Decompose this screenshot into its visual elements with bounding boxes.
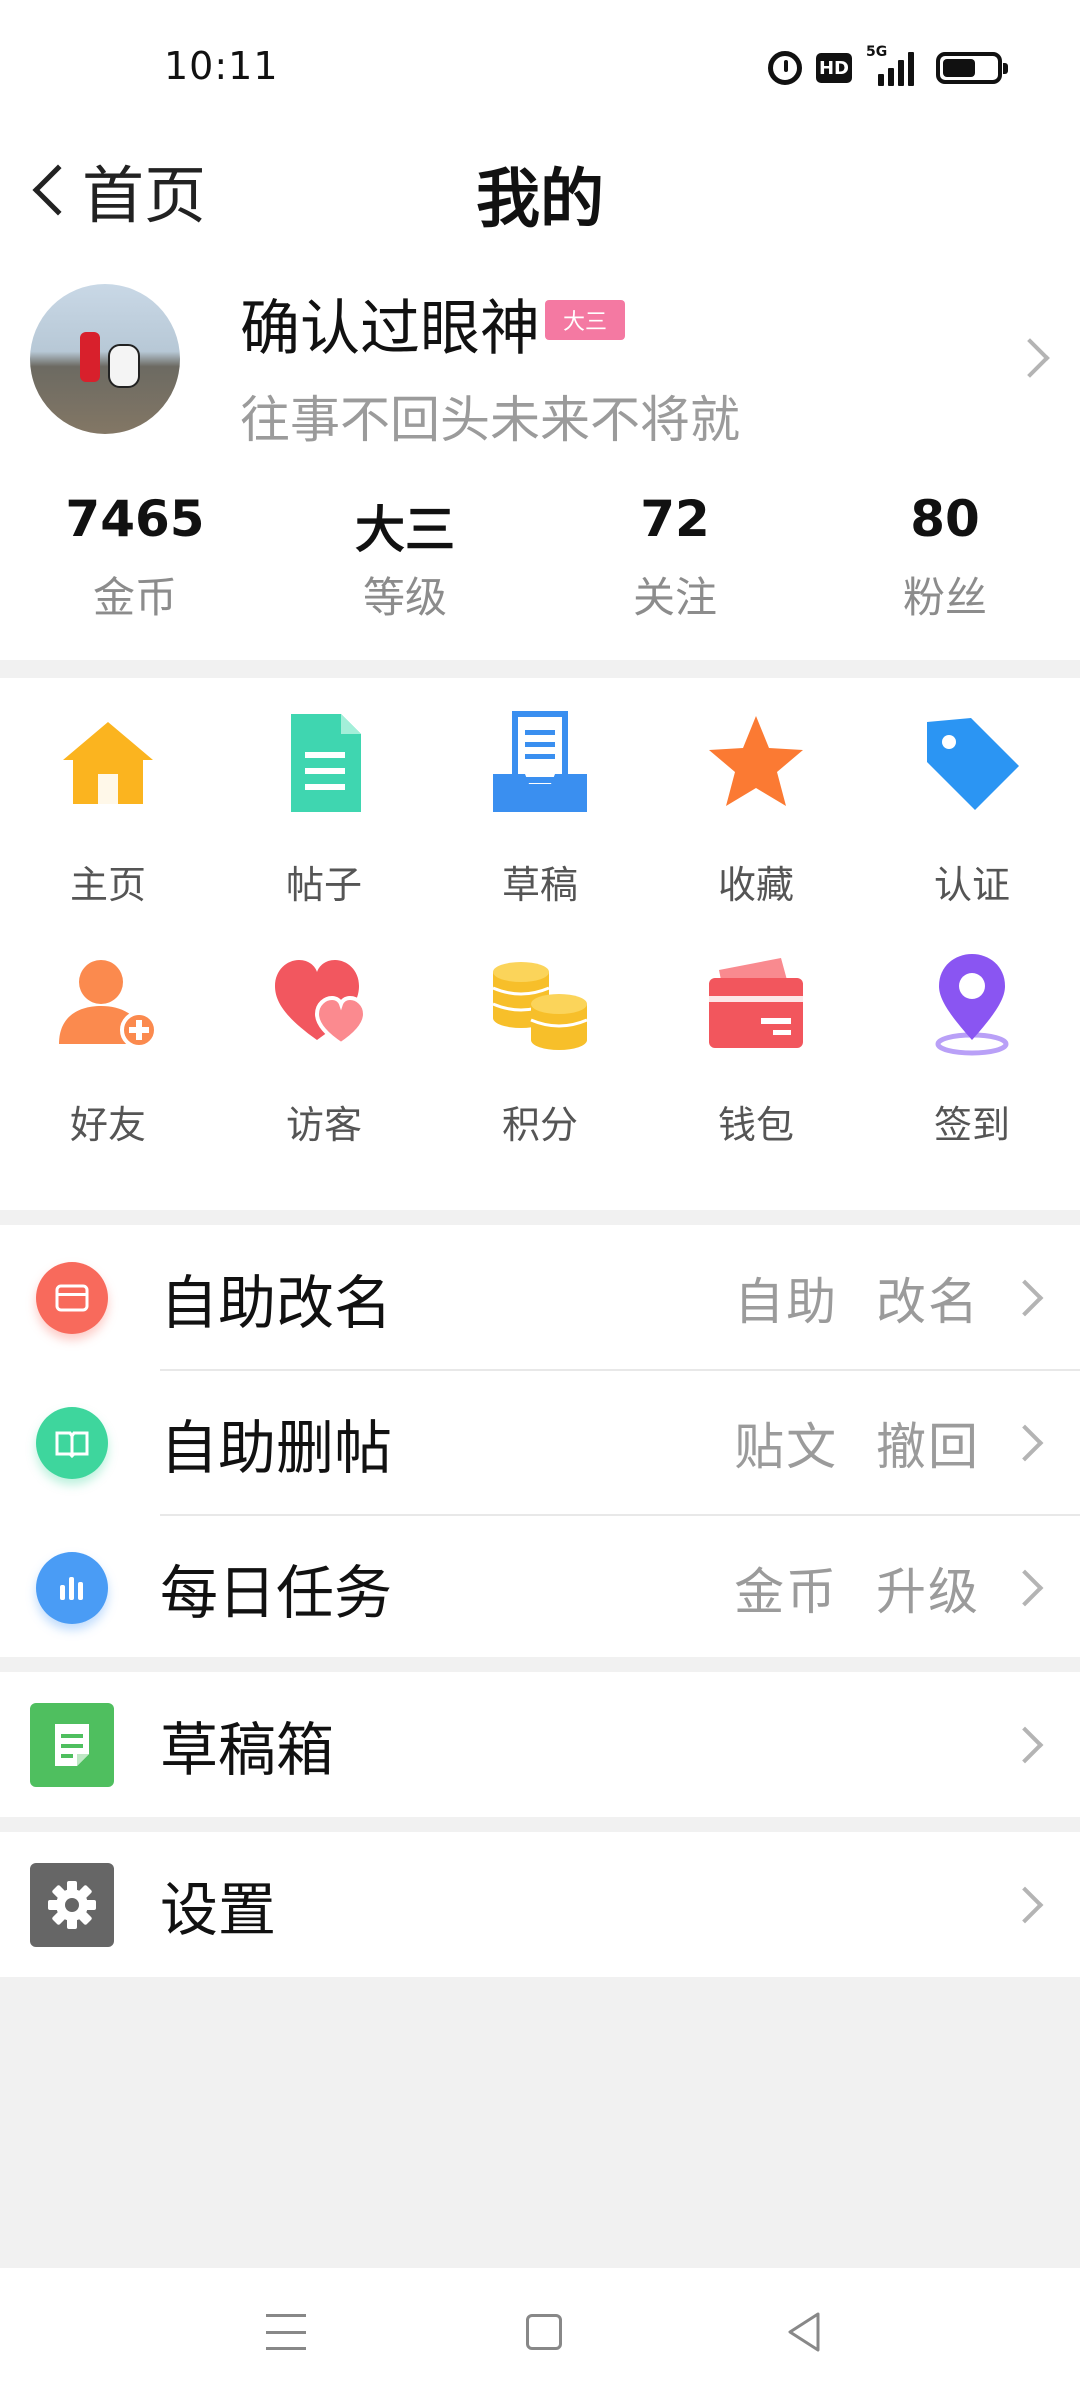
grid-item-favorites[interactable]: 收藏	[648, 708, 864, 948]
stat-following[interactable]: 72 关注	[540, 490, 810, 625]
grid-item-verify[interactable]: 认证	[864, 708, 1080, 948]
hearts-icon	[275, 960, 368, 1047]
stat-followers[interactable]: 80 粉丝	[810, 490, 1080, 625]
grid-item-label: 草稿	[501, 863, 578, 907]
add-friend-icon	[59, 960, 158, 1049]
stat-value: 80	[910, 490, 980, 548]
grid-item-label: 积分	[501, 1103, 578, 1147]
menu-row-tag: 贴文 撤回	[734, 1417, 980, 1476]
system-navigation-bar	[0, 2268, 1080, 2400]
location-pin-icon	[935, 954, 1009, 1056]
home-button-icon[interactable]	[526, 2314, 562, 2350]
stat-value: 7465	[65, 490, 205, 548]
self-service-list: 自助改名 自助 改名 自助删帖 贴文 撤回 每日任务 金币 升级	[0, 1225, 1080, 1657]
stat-label: 金币	[92, 573, 177, 622]
menu-row-rename[interactable]: 自助改名 自助 改名	[0, 1225, 1080, 1370]
grid-item-label: 访客	[285, 1103, 362, 1147]
draft-note-icon	[30, 1702, 114, 1787]
menu-row-label: 自助改名	[160, 1268, 393, 1337]
stat-label: 等级	[362, 573, 447, 622]
grid-item-home[interactable]: 主页	[0, 708, 216, 948]
avatar[interactable]	[30, 284, 180, 434]
stat-value: 大三	[355, 501, 455, 559]
grid-item-visitors[interactable]: 访客	[216, 948, 432, 1198]
grid-item-label: 好友	[69, 1103, 146, 1147]
username[interactable]: 确认过眼神	[240, 280, 540, 367]
grid-item-checkin[interactable]: 签到	[864, 948, 1080, 1198]
grid-item-drafts[interactable]: 草稿	[432, 708, 648, 948]
hd-voice-icon: HD	[816, 53, 852, 83]
stat-level[interactable]: 大三 等级	[270, 490, 540, 625]
stat-value: 72	[640, 490, 710, 548]
tag-icon	[927, 718, 1019, 810]
document-icon	[291, 714, 361, 812]
menu-row-label: 设置	[160, 1875, 277, 1944]
signature: 往事不回头未来不将就	[240, 391, 740, 449]
grid-item-label: 主页	[69, 863, 146, 907]
stat-coins[interactable]: 7465 金币	[0, 490, 270, 625]
profile-card: 确认过眼神 大三 往事不回头未来不将就 7465 金币 大三 等级 72 关注 …	[0, 250, 1080, 660]
wallet-small-icon	[36, 1261, 108, 1334]
menu-row-tag: 金币 升级	[734, 1562, 980, 1621]
level-badge: 大三	[545, 300, 625, 340]
back-triangle-icon[interactable]	[784, 2310, 824, 2354]
grid-item-wallet[interactable]: 钱包	[648, 948, 864, 1198]
menu-row-tag: 自助 改名	[734, 1272, 980, 1331]
chevron-right-icon	[1006, 1569, 1044, 1606]
menu-row-label: 自助删帖	[160, 1413, 393, 1482]
home-icon	[63, 722, 153, 804]
menu-row-label: 每日任务	[160, 1558, 393, 1627]
chevron-right-icon	[1006, 1279, 1044, 1316]
chevron-right-icon	[1006, 1886, 1044, 1923]
grid-item-friends[interactable]: 好友	[0, 948, 216, 1198]
grid-item-label: 钱包	[717, 1103, 794, 1147]
bar-chart-icon	[36, 1551, 108, 1624]
alarm-icon	[768, 51, 802, 85]
settings-section: 设置	[0, 1832, 1080, 1977]
grid-item-posts[interactable]: 帖子	[216, 708, 432, 948]
status-bar: 10:11 HD 5G	[0, 0, 1080, 130]
stat-label: 关注	[632, 573, 717, 622]
coins-icon	[492, 962, 588, 1050]
page-title: 我的	[476, 163, 604, 237]
grid-item-label: 帖子	[285, 863, 362, 907]
grid-item-label: 认证	[933, 863, 1010, 907]
top-nav-bar: 首页 我的	[0, 130, 1080, 250]
star-icon	[709, 716, 803, 806]
feature-grid: 主页 帖子 草稿 收藏 认证 好友 访客 积分 钱包 签到	[0, 678, 1080, 1210]
stat-label: 粉丝	[902, 573, 987, 622]
grid-item-points[interactable]: 积分	[432, 948, 648, 1198]
menu-row-drafts-box[interactable]: 草稿箱	[0, 1672, 1080, 1817]
drafts-tray-icon	[493, 711, 587, 812]
recent-apps-icon[interactable]	[266, 2314, 306, 2350]
clock: 10:11	[164, 44, 279, 88]
grid-item-label: 签到	[933, 1103, 1010, 1147]
menu-row-label: 草稿箱	[160, 1715, 335, 1784]
menu-row-daily-tasks[interactable]: 每日任务 金币 升级	[0, 1515, 1080, 1660]
battery-icon	[936, 52, 1008, 84]
stats-row: 7465 金币 大三 等级 72 关注 80 粉丝	[0, 490, 1080, 625]
chevron-right-icon	[1006, 1726, 1044, 1763]
network-type-label: 5G	[866, 44, 888, 60]
chevron-right-icon[interactable]	[1010, 338, 1050, 378]
book-icon	[36, 1406, 108, 1479]
status-icons: HD 5G	[768, 44, 1008, 88]
drafts-box-section: 草稿箱	[0, 1672, 1080, 1817]
wallet-icon	[709, 958, 803, 1048]
grid-item-label: 收藏	[717, 863, 794, 907]
chevron-right-icon	[1006, 1424, 1044, 1461]
menu-row-settings[interactable]: 设置	[0, 1832, 1080, 1977]
signal-icon: 5G	[866, 44, 914, 86]
menu-row-delete-post[interactable]: 自助删帖 贴文 撤回	[0, 1370, 1080, 1515]
gear-icon	[30, 1862, 114, 1947]
